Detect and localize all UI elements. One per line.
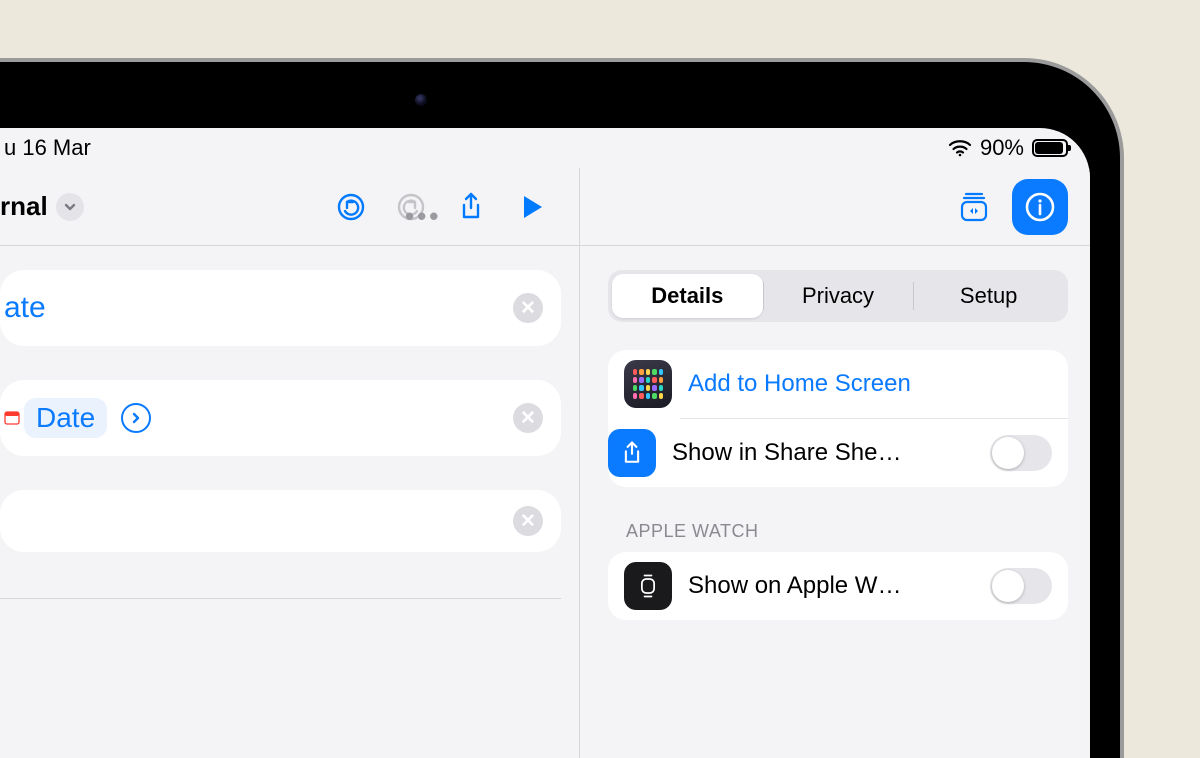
- details-group: Add to Home Screen Show in Share She…: [608, 350, 1068, 487]
- info-button[interactable]: [1012, 179, 1068, 235]
- camera-dot: [415, 94, 427, 106]
- row-label: Add to Home Screen: [688, 370, 1052, 398]
- editor-pane: rnal: [0, 168, 580, 758]
- library-button[interactable]: [946, 179, 1002, 235]
- tab-setup[interactable]: Setup: [913, 274, 1064, 318]
- status-bar: u 16 Mar 90%: [0, 128, 1090, 168]
- battery-icon: [1032, 139, 1068, 157]
- apple-watch-toggle[interactable]: [990, 568, 1052, 604]
- share-sheet-icon: [608, 429, 656, 477]
- section-header-apple-watch: Apple Watch: [608, 521, 1068, 542]
- share-sheet-toggle[interactable]: [990, 435, 1052, 471]
- battery-percent: 90%: [980, 135, 1024, 161]
- apple-watch-icon: [624, 562, 672, 610]
- add-to-home-screen-row[interactable]: Add to Home Screen: [608, 350, 1068, 418]
- run-button[interactable]: [503, 179, 559, 235]
- row-label: Show on Apple W…: [688, 572, 974, 600]
- wifi-icon: [948, 139, 972, 157]
- grabber-icon[interactable]: •••: [405, 201, 441, 232]
- home-screen-icon: [624, 360, 672, 408]
- inspector-toolbar: [580, 168, 1090, 246]
- action-card[interactable]: ✕: [0, 490, 561, 552]
- action-variable-link[interactable]: ate: [4, 291, 46, 325]
- action-card[interactable]: Date ✕: [0, 380, 561, 456]
- action-card[interactable]: ate ✕: [0, 270, 561, 346]
- screen: u 16 Mar 90% •••: [0, 128, 1090, 758]
- calendar-icon: [4, 410, 20, 426]
- delete-action-icon[interactable]: ✕: [513, 293, 543, 323]
- disclosure-icon[interactable]: [121, 403, 151, 433]
- status-date: u 16 Mar: [0, 135, 91, 161]
- segmented-control[interactable]: Details Privacy Setup: [608, 270, 1068, 322]
- device-frame: u 16 Mar 90% •••: [0, 58, 1124, 758]
- shortcut-title: rnal: [0, 191, 48, 222]
- show-in-share-sheet-row[interactable]: Show in Share She…: [680, 418, 1068, 487]
- inspector-pane: Details Privacy Setup Add to Home Screen: [580, 168, 1090, 758]
- share-button[interactable]: [443, 179, 499, 235]
- chevron-down-icon[interactable]: [56, 193, 84, 221]
- delete-action-icon[interactable]: ✕: [513, 506, 543, 536]
- tab-privacy[interactable]: Privacy: [763, 274, 914, 318]
- shortcut-title-group[interactable]: rnal: [0, 191, 84, 222]
- editor-toolbar: rnal: [0, 168, 579, 246]
- action-variable-pill[interactable]: Date: [24, 398, 107, 438]
- undo-button[interactable]: [323, 179, 379, 235]
- row-label: Show in Share She…: [672, 439, 974, 467]
- show-on-apple-watch-row[interactable]: Show on Apple W…: [608, 552, 1068, 620]
- apple-watch-group: Show on Apple W…: [608, 552, 1068, 620]
- divider: [0, 598, 561, 599]
- delete-action-icon[interactable]: ✕: [513, 403, 543, 433]
- tab-details[interactable]: Details: [612, 274, 763, 318]
